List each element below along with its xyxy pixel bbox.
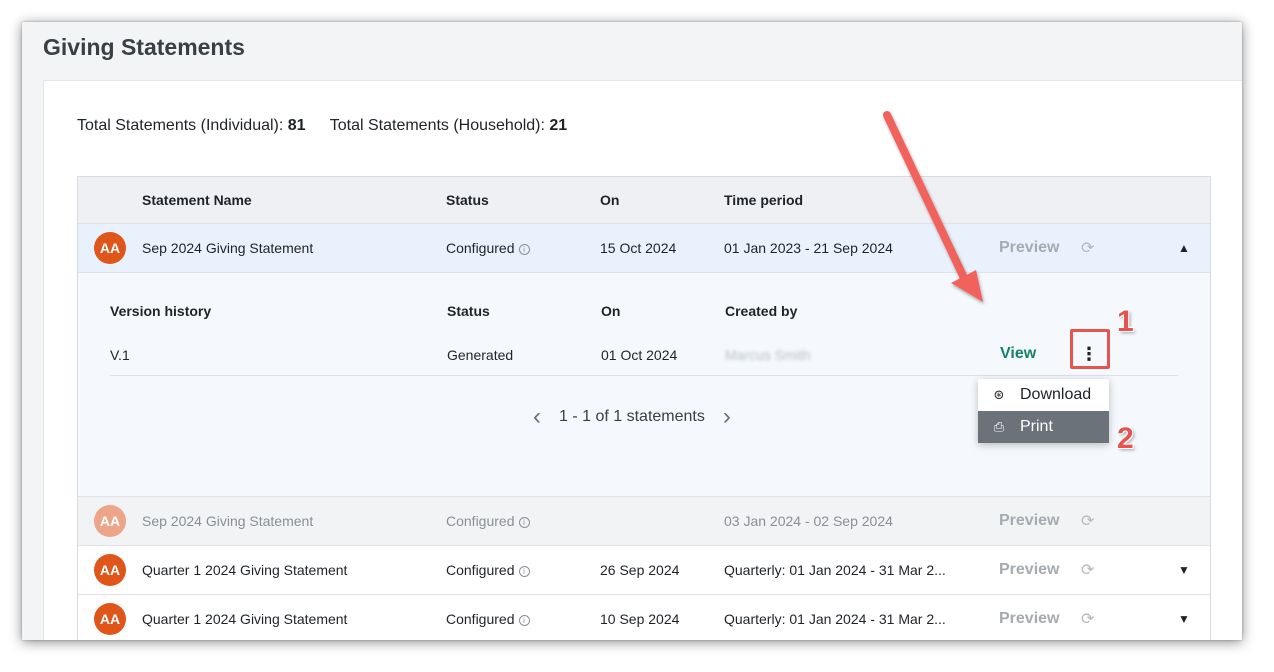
preview-button[interactable]: Preview [999,610,1059,628]
download-icon: ⊛ [993,387,1005,402]
info-icon[interactable]: i [518,517,530,528]
menu-item-print[interactable]: ⎙ Print [978,411,1109,443]
info-icon[interactable]: i [518,244,530,255]
avatar: AA [94,505,126,537]
totals-summary: Total Statements (Individual): 81 Total … [77,117,587,135]
statement-date: 15 Oct 2024 [600,240,677,256]
page-title: Giving Statements [43,34,245,60]
refresh-icon[interactable]: ⟳ [1081,238,1094,258]
menu-item-download[interactable]: ⊛ Download [978,379,1109,411]
statement-date: 26 Sep 2024 [600,562,680,578]
created-by-name: Marcus Smith [725,347,811,363]
caret-down-icon[interactable]: ▼ [1178,612,1190,626]
total-household-label: Total Statements (Household): [329,117,545,134]
statement-name: Sep 2024 Giving Statement [142,513,314,529]
refresh-icon[interactable]: ⟳ [1081,560,1094,580]
statement-period: Quarterly: 01 Jan 2024 - 31 Mar 2... [724,562,946,578]
version-status: Generated [447,347,514,363]
refresh-icon[interactable]: ⟳ [1081,609,1094,629]
annotation-step-1: 1 [1117,305,1134,338]
total-household-value: 21 [549,117,568,134]
statements-panel: Total Statements (Individual): 81 Total … [43,80,1242,640]
statement-name: Quarter 1 2024 Giving Statement [142,611,348,627]
preview-button[interactable]: Preview [999,512,1059,530]
statement-status: Configured i [446,611,530,627]
statement-period: 03 Jan 2024 - 02 Sep 2024 [724,513,893,529]
avatar: AA [94,554,126,586]
printer-icon: ⎙ [993,419,1005,434]
info-icon[interactable]: i [518,566,530,577]
statement-status: Configured i [446,562,530,578]
version-date: 01 Oct 2024 [601,347,678,363]
annotation-highlight-box [1070,329,1110,369]
table-row[interactable]: AA Quarter 1 2024 Giving Statement Confi… [78,546,1210,595]
pagination-label: 1 - 1 of 1 statements [559,408,705,425]
statement-name: Sep 2024 Giving Statement [142,240,314,256]
preview-button[interactable]: Preview [999,239,1059,257]
header-status: Status [446,192,489,208]
statement-date: 10 Sep 2024 [600,611,680,627]
menu-item-label: Download [1020,386,1092,403]
table-row[interactable]: AA Sep 2024 Giving Statement Configured i… [78,224,1210,273]
table-row[interactable]: AA Quarter 1 2024 Giving Statement Confi… [78,595,1210,640]
statement-status: Configured i [446,513,530,529]
preview-button[interactable]: Preview [999,561,1059,579]
table-row[interactable]: AA Sep 2024 Giving Statement Configured i… [78,497,1210,546]
total-individual-value: 81 [287,117,306,134]
avatar: AA [94,603,126,635]
divider [110,375,1178,376]
info-icon[interactable]: i [518,615,530,626]
pagination: ‹ 1 - 1 of 1 statements › [533,405,731,429]
avatar: AA [94,232,126,264]
statement-period: 01 Jan 2023 - 21 Sep 2024 [724,240,893,256]
version-number: V.1 [110,347,130,363]
app-window: Giving Statements Total Statements (Indi… [22,22,1242,640]
header-vh-on: On [601,303,621,319]
caret-down-icon[interactable]: ▼ [1178,563,1190,577]
table-header: Statement Name Status On Time period [78,177,1210,224]
annotation-step-2: 2 [1117,422,1134,455]
actions-menu: ⊛ Download ⎙ Print [978,379,1109,443]
header-created-by: Created by [725,303,798,319]
header-on: On [600,192,620,208]
header-statement-name: Statement Name [142,192,252,208]
header-version-history: Version history [110,303,212,319]
total-individual-label: Total Statements (Individual): [77,117,284,134]
chevron-right-icon[interactable]: › [723,405,731,429]
caret-up-icon[interactable]: ▲ [1178,241,1190,255]
statement-status: Configured i [446,240,530,256]
refresh-icon[interactable]: ⟳ [1081,511,1094,531]
header-time-period: Time period [724,192,804,208]
header-vh-status: Status [447,303,490,319]
statement-name: Quarter 1 2024 Giving Statement [142,562,348,578]
chevron-left-icon[interactable]: ‹ [533,405,541,429]
menu-item-label: Print [1020,418,1053,435]
statement-period: Quarterly: 01 Jan 2024 - 31 Mar 2... [724,611,946,627]
view-link[interactable]: View [1000,345,1036,363]
